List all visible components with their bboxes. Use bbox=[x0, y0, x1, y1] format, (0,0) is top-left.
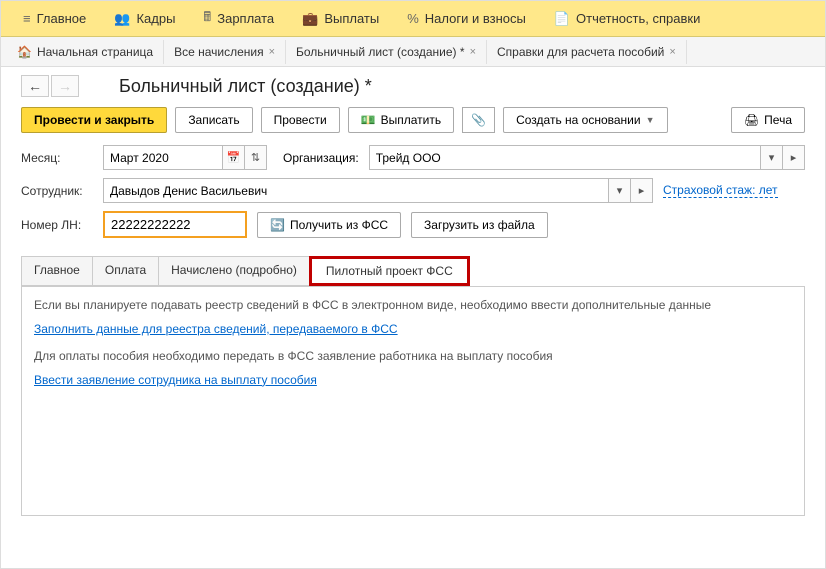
tab-current-label: Больничный лист (создание) * bbox=[296, 45, 465, 59]
org-dropdown[interactable]: ▾ bbox=[761, 145, 783, 170]
tab-home-label: Начальная страница bbox=[37, 45, 153, 59]
employee-row: Сотрудник: Давыдов Денис Васильевич ▾ ▸ … bbox=[21, 178, 805, 203]
attach-button[interactable]: 📎 bbox=[462, 107, 495, 133]
calendar-button[interactable]: 📅 bbox=[223, 145, 245, 170]
insurance-link[interactable]: Страховой стаж: лет bbox=[663, 183, 778, 198]
employee-label: Сотрудник: bbox=[21, 184, 93, 198]
employee-open[interactable]: ▸ bbox=[631, 178, 653, 203]
home-icon: 🏠 bbox=[17, 45, 32, 59]
percent-icon: % bbox=[407, 11, 419, 26]
people-icon: 👥 bbox=[114, 11, 130, 27]
nav-staff-label: Кадры bbox=[136, 11, 175, 26]
wallet-icon: 💼 bbox=[302, 11, 318, 27]
menu-icon: ≡ bbox=[23, 11, 31, 26]
tab-all-accruals[interactable]: Все начисления × bbox=[164, 40, 286, 64]
updown-icon: ⇅ bbox=[251, 151, 260, 164]
paperclip-icon: 📎 bbox=[471, 113, 486, 127]
employee-dropdown[interactable]: ▾ bbox=[609, 178, 631, 203]
get-fss-label: Получить из ФСС bbox=[290, 218, 388, 232]
chevron-down-icon: ▾ bbox=[617, 184, 623, 197]
month-label: Месяц: bbox=[21, 151, 93, 165]
nav-taxes[interactable]: % Налоги и взносы bbox=[393, 11, 540, 26]
nav-staff[interactable]: 👥 Кадры bbox=[100, 11, 189, 27]
org-label: Организация: bbox=[283, 151, 359, 165]
pay-button[interactable]: 💵 Выплатить bbox=[348, 107, 454, 133]
close-icon[interactable]: × bbox=[470, 46, 476, 58]
document-icon: 📄 bbox=[554, 11, 570, 27]
printer-icon: 🖨 bbox=[744, 113, 759, 127]
tab-home[interactable]: 🏠 Начальная страница bbox=[7, 40, 164, 64]
print-label: Печа bbox=[764, 113, 792, 127]
close-icon[interactable]: × bbox=[269, 46, 275, 58]
org-input[interactable]: Трейд ООО bbox=[369, 145, 761, 170]
nav-forward-button[interactable]: → bbox=[51, 75, 79, 97]
create-by-label: Создать на основании bbox=[516, 113, 641, 127]
tab-payment[interactable]: Оплата bbox=[92, 256, 159, 286]
page-title: Больничный лист (создание) * bbox=[119, 76, 372, 97]
tab-pilot-fss[interactable]: Пилотный проект ФСС bbox=[309, 256, 470, 286]
tab-all-label: Все начисления bbox=[174, 45, 264, 59]
tabs-row: Главное Оплата Начислено (подробно) Пило… bbox=[1, 252, 825, 286]
info-text-2: Для оплаты пособия необходимо передать в… bbox=[34, 348, 792, 365]
tab-accrued[interactable]: Начислено (подробно) bbox=[158, 256, 310, 286]
nav-salary[interactable]: 🖩 Зарплата bbox=[189, 8, 288, 30]
enter-statement-link[interactable]: Ввести заявление сотрудника на выплату п… bbox=[34, 373, 317, 387]
load-file-button[interactable]: Загрузить из файла bbox=[411, 212, 548, 238]
ln-number-input[interactable] bbox=[103, 211, 247, 238]
chevron-down-icon: ▼ bbox=[646, 115, 655, 125]
tab-current-doc[interactable]: Больничный лист (создание) * × bbox=[286, 40, 487, 64]
close-icon[interactable]: × bbox=[669, 46, 675, 58]
org-open[interactable]: ▸ bbox=[783, 145, 805, 170]
section-tabs: 🏠 Начальная страница Все начисления × Бо… bbox=[1, 37, 825, 67]
get-fss-button[interactable]: 🔄 Получить из ФСС bbox=[257, 212, 401, 238]
nav-payments-label: Выплаты bbox=[324, 11, 379, 26]
nav-payments[interactable]: 💼 Выплаты bbox=[288, 11, 393, 27]
calendar-icon: 📅 bbox=[227, 151, 241, 164]
info-text-1: Если вы планируете подавать реестр сведе… bbox=[34, 297, 792, 314]
nav-taxes-label: Налоги и взносы bbox=[425, 11, 526, 26]
open-icon: ▸ bbox=[639, 184, 645, 197]
employee-input[interactable]: Давыдов Денис Васильевич bbox=[103, 178, 609, 203]
fill-registry-link[interactable]: Заполнить данные для реестра сведений, п… bbox=[34, 322, 398, 336]
fss-icon: 🔄 bbox=[270, 218, 285, 232]
tab-benefit-refs[interactable]: Справки для расчета пособий × bbox=[487, 40, 687, 64]
action-bar: Провести и закрыть Записать Провести 💵 В… bbox=[1, 101, 825, 139]
tab-benefit-label: Справки для расчета пособий bbox=[497, 45, 664, 59]
calculator-icon: 🖩 bbox=[203, 8, 211, 30]
post-close-button[interactable]: Провести и закрыть bbox=[21, 107, 167, 133]
pay-icon: 💵 bbox=[361, 113, 376, 127]
open-icon: ▸ bbox=[791, 151, 797, 164]
content-panel: Если вы планируете подавать реестр сведе… bbox=[21, 286, 805, 516]
save-button[interactable]: Записать bbox=[175, 107, 252, 133]
nav-main[interactable]: ≡ Главное bbox=[9, 11, 100, 26]
form-area: Месяц: Март 2020 📅 ⇅ Организация: Трейд … bbox=[1, 139, 825, 252]
month-input[interactable]: Март 2020 bbox=[103, 145, 223, 170]
nav-back-button[interactable]: ← bbox=[21, 75, 49, 97]
ln-row: Номер ЛН: 🔄 Получить из ФСС Загрузить из… bbox=[21, 211, 805, 238]
pay-label: Выплатить bbox=[381, 113, 442, 127]
nav-salary-label: Зарплата bbox=[217, 11, 274, 26]
nav-arrows: ← → bbox=[21, 75, 79, 97]
nav-reports-label: Отчетность, справки bbox=[576, 11, 700, 26]
create-by-button[interactable]: Создать на основании ▼ bbox=[503, 107, 667, 133]
nav-main-label: Главное bbox=[37, 11, 87, 26]
chevron-down-icon: ▾ bbox=[769, 151, 775, 164]
ln-label: Номер ЛН: bbox=[21, 218, 93, 232]
nav-reports[interactable]: 📄 Отчетность, справки bbox=[540, 11, 715, 27]
print-button[interactable]: 🖨 Печа bbox=[731, 107, 805, 133]
top-navigation: ≡ Главное 👥 Кадры 🖩 Зарплата 💼 Выплаты %… bbox=[1, 1, 825, 37]
toolbar-nav: ← → Больничный лист (создание) * bbox=[1, 67, 825, 101]
post-button[interactable]: Провести bbox=[261, 107, 340, 133]
tab-main[interactable]: Главное bbox=[21, 256, 93, 286]
month-stepper[interactable]: ⇅ bbox=[245, 145, 267, 170]
month-row: Месяц: Март 2020 📅 ⇅ Организация: Трейд … bbox=[21, 145, 805, 170]
